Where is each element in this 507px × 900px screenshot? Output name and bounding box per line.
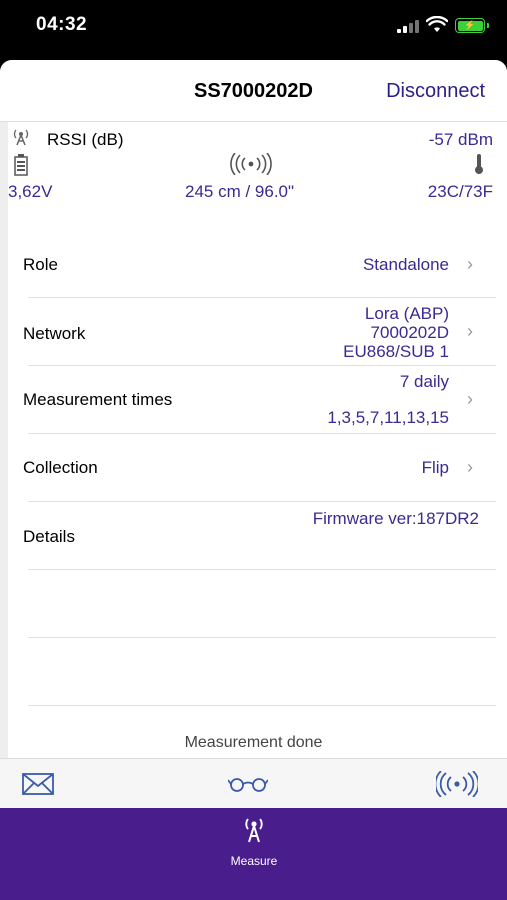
details-label: Details <box>23 527 75 546</box>
role-label: Role <box>23 255 58 274</box>
tab-measure-label: Measure <box>230 854 278 868</box>
battery-icon: ⚡ <box>455 18 489 33</box>
content-area <box>8 122 507 758</box>
antenna-icon <box>13 129 29 146</box>
glasses-icon[interactable] <box>228 776 268 792</box>
chevron-right-icon: › <box>467 389 473 409</box>
cellular-signal-icon <box>397 20 419 33</box>
network-label: Network <box>23 324 86 343</box>
measurement-frequency: 7 daily <box>399 372 449 391</box>
measure-signal-icon[interactable] <box>436 771 478 797</box>
network-row[interactable]: Network Lora (ABP) 7000202D EU868/SUB 1 … <box>14 304 489 364</box>
mail-icon[interactable] <box>22 773 54 795</box>
network-band: EU868/SUB 1 <box>343 342 449 361</box>
disconnect-button[interactable]: Disconnect <box>386 80 485 103</box>
voltage-value: 3,62V <box>8 182 53 201</box>
collection-label: Collection <box>23 458 98 477</box>
proximity-sensor-icon <box>230 153 272 175</box>
network-type: Lora (ABP) <box>364 304 449 323</box>
measurement-times-label: Measurement times <box>23 390 173 409</box>
tab-bar: Measure <box>0 808 507 900</box>
role-value: Standalone <box>362 255 449 274</box>
status-time: 04:32 <box>36 14 88 35</box>
main-sheet: SS7000202D Disconnect RSSI (dB) -57 dBm … <box>0 60 507 900</box>
left-edge <box>0 122 8 758</box>
distance-value: 245 cm / 96.0" <box>185 182 295 201</box>
measurement-times-row[interactable]: Measurement times 7 daily 1,3,5,7,11,13,… <box>14 372 489 432</box>
network-id: 7000202D <box>370 323 449 342</box>
chevron-right-icon: › <box>467 254 473 274</box>
status-message: Measurement done <box>184 734 323 751</box>
wifi-icon <box>426 16 448 32</box>
temperature-value: 23C/73F <box>427 182 493 201</box>
firmware-version: Firmware ver:187DR2 <box>312 509 479 528</box>
chevron-right-icon: › <box>467 321 473 341</box>
chevron-right-icon: › <box>467 457 473 477</box>
battery-level-icon <box>14 154 28 176</box>
nav-bar: SS7000202D Disconnect <box>0 60 507 122</box>
collection-row[interactable]: Collection Flip › <box>14 454 489 484</box>
details-row[interactable]: Details Firmware ver:187DR2 <box>14 507 489 547</box>
collection-value: Flip <box>421 458 449 477</box>
measurement-hours: 1,3,5,7,11,13,15 <box>327 408 449 427</box>
rssi-value: -57 dBm <box>428 130 493 149</box>
thermometer-icon <box>475 154 483 174</box>
role-row[interactable]: Role Standalone › <box>14 250 489 280</box>
status-bar: 04:32 ⚡ <box>0 0 507 60</box>
action-toolbar <box>0 758 507 808</box>
tab-measure[interactable]: Measure <box>213 814 295 870</box>
antenna-icon <box>245 818 263 843</box>
rssi-label: RSSI (dB) <box>47 130 124 149</box>
